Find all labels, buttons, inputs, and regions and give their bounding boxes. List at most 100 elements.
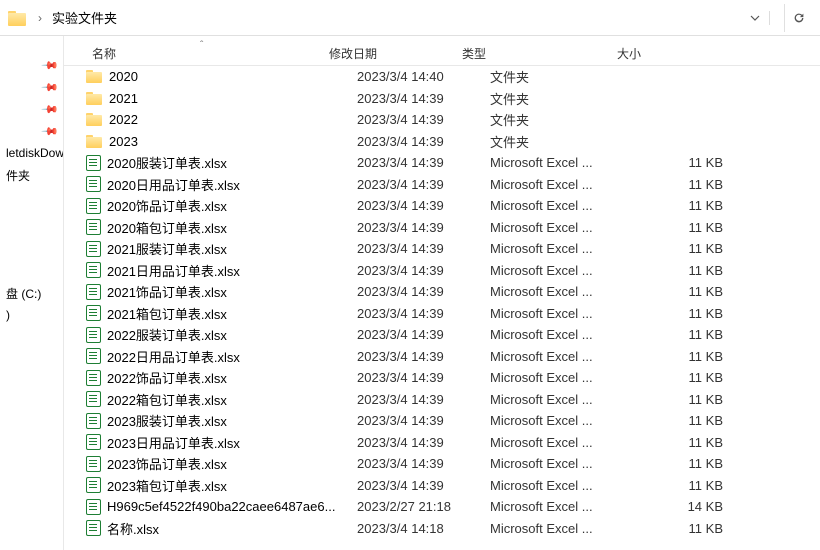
file-size: 11 KB [645,456,765,471]
refresh-button[interactable] [784,4,812,32]
file-date: 2023/3/4 14:39 [357,91,490,106]
sidebar-item[interactable]: 📌 [0,120,63,142]
file-name-cell: 2021 [86,91,357,106]
file-row[interactable]: 2023箱包订单表.xlsx2023/3/4 14:39Microsoft Ex… [64,475,820,497]
file-name: 2021饰品订单表.xlsx [107,282,227,301]
sidebar-item-label: 盘 (C:) [6,285,41,302]
file-size: 11 KB [645,435,765,450]
sidebar-item[interactable]: letdiskDow [0,142,63,164]
file-type: Microsoft Excel ... [490,220,645,235]
file-name-cell: H969c5ef4522f490ba22caee6487ae6... [86,499,357,515]
file-date: 2023/3/4 14:39 [357,155,490,170]
file-row[interactable]: 2023服装订单表.xlsx2023/3/4 14:39Microsoft Ex… [64,410,820,432]
file-size: 11 KB [645,177,765,192]
sort-ascending-icon: ˆ [200,40,203,51]
file-name-cell: 2020 [86,69,357,84]
file-row[interactable]: 2021日用品订单表.xlsx2023/3/4 14:39Microsoft E… [64,260,820,282]
file-type: Microsoft Excel ... [490,155,645,170]
file-date: 2023/3/4 14:39 [357,349,490,364]
file-row[interactable]: 2022服装订单表.xlsx2023/3/4 14:39Microsoft Ex… [64,324,820,346]
file-row[interactable]: 2020箱包订单表.xlsx2023/3/4 14:39Microsoft Ex… [64,217,820,239]
file-size: 11 KB [645,521,765,536]
sidebar-item[interactable]: 盘 (C:) [0,282,63,304]
file-row[interactable]: 2023饰品订单表.xlsx2023/3/4 14:39Microsoft Ex… [64,453,820,475]
column-header-type[interactable]: 类型 [462,45,617,62]
file-type: Microsoft Excel ... [490,241,645,256]
file-name: 2022日用品订单表.xlsx [107,347,240,366]
file-name: 2022 [109,112,138,127]
file-row[interactable]: 2020日用品订单表.xlsx2023/3/4 14:39Microsoft E… [64,174,820,196]
sidebar-item[interactable]: 📌 [0,54,63,76]
file-row[interactable]: 20222023/3/4 14:39文件夹 [64,109,820,131]
file-row[interactable]: 2022箱包订单表.xlsx2023/3/4 14:39Microsoft Ex… [64,389,820,411]
file-type: Microsoft Excel ... [490,177,645,192]
file-row[interactable]: 2020服装订单表.xlsx 2023/3/4 14:39Microsoft Ex… [64,152,820,174]
file-row[interactable]: 2021箱包订单表.xlsx2023/3/4 14:39Microsoft Ex… [64,303,820,325]
file-name: 2022饰品订单表.xlsx [107,368,227,387]
file-row[interactable]: 名称.xlsx2023/3/4 14:18Microsoft Excel ...… [64,518,820,540]
column-header-date[interactable]: 修改日期 [329,45,462,62]
excel-file-icon [86,305,101,321]
sidebar-item[interactable]: 📌 [0,76,63,98]
file-name: 2023 [109,134,138,149]
file-date: 2023/3/4 14:39 [357,220,490,235]
file-date: 2023/3/4 14:39 [357,241,490,256]
column-header-name[interactable]: 名称 [64,45,329,62]
file-type: Microsoft Excel ... [490,521,645,536]
sidebar-item[interactable]: 件夹 [0,164,63,186]
breadcrumb-current[interactable]: 实验文件夹 [52,8,117,27]
file-name-cell: 2023箱包订单表.xlsx [86,476,357,495]
pin-icon: 📌 [41,122,60,141]
navigation-sidebar: 📌 📌 📌 📌 letdiskDow 件夹 盘 (C:) ) [0,36,64,550]
excel-file-icon [86,348,101,364]
file-type: Microsoft Excel ... [490,370,645,385]
sidebar-item[interactable]: 📌 [0,98,63,120]
chevron-right-icon[interactable]: › [34,11,46,25]
file-date: 2023/3/4 14:40 [357,69,490,84]
file-row[interactable]: 2022饰品订单表.xlsx2023/3/4 14:39Microsoft Ex… [64,367,820,389]
file-type: Microsoft Excel ... [490,413,645,428]
file-row[interactable]: 2023日用品订单表.xlsx2023/3/4 14:39Microsoft E… [64,432,820,454]
file-name-cell: 2020饰品订单表.xlsx [86,196,357,215]
file-row[interactable]: 2021饰品订单表.xlsx2023/3/4 14:39Microsoft Ex… [64,281,820,303]
file-rows: 20202023/3/4 14:40文件夹20212023/3/4 14:39文… [64,66,820,539]
file-type: Microsoft Excel ... [490,327,645,342]
folder-icon [86,134,103,149]
file-row[interactable]: 2020饰品订单表.xlsx2023/3/4 14:39Microsoft Ex… [64,195,820,217]
address-bar: › 实验文件夹 [0,0,820,36]
excel-file-icon [86,499,101,515]
file-row[interactable]: 20202023/3/4 14:40文件夹 [64,66,820,88]
file-type: 文件夹 [490,67,645,86]
sidebar-item-label: letdiskDow [6,146,64,160]
file-name: 2023服装订单表.xlsx [107,411,227,430]
pin-icon: 📌 [41,78,60,97]
sidebar-item-label: 件夹 [6,167,30,184]
file-row[interactable]: 2022日用品订单表.xlsx 2023/3/4 14:39Microsoft E… [64,346,820,368]
chevron-down-icon[interactable] [747,10,763,26]
file-date: 2023/3/4 14:39 [357,435,490,450]
file-row[interactable]: 20232023/3/4 14:39文件夹 [64,131,820,153]
column-header-size[interactable]: 大小 [617,45,737,62]
excel-file-icon [86,219,101,235]
file-name: 2020服装订单表.xlsx [107,153,227,172]
excel-file-icon [86,262,101,278]
excel-file-icon [86,520,101,536]
file-name-cell: 2023日用品订单表.xlsx [86,433,357,452]
file-size: 11 KB [645,155,765,170]
pin-icon: 📌 [41,56,60,75]
file-name: 2021 [109,91,138,106]
file-type: Microsoft Excel ... [490,456,645,471]
sidebar-item-label: ) [6,308,10,322]
file-type: Microsoft Excel ... [490,349,645,364]
folder-icon [8,9,28,27]
file-name-cell: 2023服装订单表.xlsx [86,411,357,430]
file-date: 2023/3/4 14:39 [357,134,490,149]
file-row[interactable]: H969c5ef4522f490ba22caee6487ae6...2023/2… [64,496,820,518]
column-headers: 名称 修改日期 类型 大小 [64,36,820,66]
file-name: 2020日用品订单表.xlsx [107,175,240,194]
file-date: 2023/2/27 21:18 [357,499,490,514]
folder-icon [86,112,103,127]
file-row[interactable]: 2021服装订单表.xlsx2023/3/4 14:39Microsoft Ex… [64,238,820,260]
sidebar-item[interactable]: ) [0,304,63,326]
file-row[interactable]: 20212023/3/4 14:39文件夹 [64,88,820,110]
